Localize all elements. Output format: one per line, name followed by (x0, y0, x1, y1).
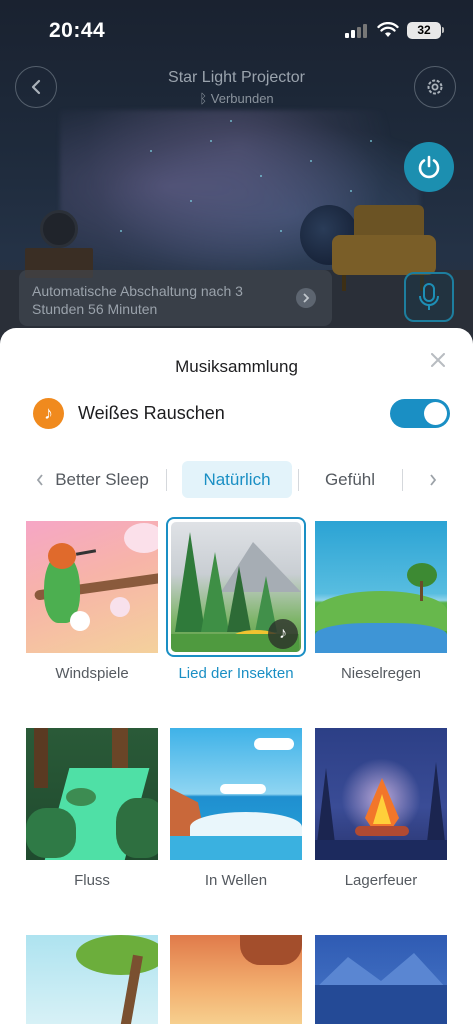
music-note-icon: ♪ (268, 619, 298, 649)
power-button[interactable] (404, 142, 454, 192)
power-icon (418, 155, 440, 179)
cellular-signal-icon (345, 24, 367, 38)
tab-natuerlich[interactable]: Natürlich (182, 461, 292, 498)
sound-thumbnail-selected: ♪ (166, 517, 306, 657)
sound-label: Lagerfeuer (344, 872, 418, 889)
sound-thumbnail (170, 728, 302, 860)
tab-better-sleep[interactable]: Better Sleep (48, 461, 156, 498)
gear-icon (427, 79, 443, 95)
clock: 20:44 (49, 19, 106, 42)
close-button[interactable] (428, 350, 448, 370)
settings-button[interactable] (414, 66, 456, 108)
wifi-icon (377, 22, 399, 37)
sound-item-partial-2[interactable] (170, 935, 302, 1024)
tab-gefuehl[interactable]: Gefühl (314, 461, 386, 498)
sound-thumbnail (315, 521, 447, 653)
sound-item-lagerfeuer[interactable]: Lagerfeuer (315, 728, 447, 889)
sound-thumbnail (315, 728, 447, 860)
sound-item-in-wellen[interactable]: In Wellen (170, 728, 302, 889)
auto-off-notice[interactable]: Automatische Abschaltung nach 3 Stunden … (19, 270, 332, 326)
category-tabs: Better Sleep Natürlich Gefühl (0, 461, 473, 499)
white-noise-toggle[interactable] (390, 399, 450, 428)
microphone-button[interactable] (404, 272, 454, 322)
close-icon (431, 353, 445, 367)
chevron-left-icon[interactable] (32, 471, 48, 489)
sound-thumbnail (26, 521, 158, 653)
sound-item-windspiele[interactable]: Windspiele (26, 521, 158, 682)
projector-illustration (40, 210, 78, 248)
bluetooth-icon: ᛒ (199, 91, 208, 106)
sheet-title: Musiksammlung (175, 357, 298, 376)
sound-thumbnail (170, 935, 302, 1024)
sound-item-nieselregen[interactable]: Nieselregen (315, 521, 447, 682)
chevron-right-icon[interactable] (296, 288, 316, 308)
battery-indicator: 32 (407, 22, 441, 39)
device-title: Star Light Projector (168, 69, 305, 86)
microphone-icon (419, 283, 439, 310)
sound-label: Nieselregen (340, 665, 422, 682)
sound-thumbnail (315, 935, 447, 1024)
sound-item-partial-1[interactable] (26, 935, 158, 1024)
sound-label: Lied der Insekten (178, 665, 294, 682)
connection-status: ᛒ Verbunden (199, 91, 274, 106)
sound-thumbnail (26, 935, 158, 1024)
sound-label: In Wellen (204, 872, 268, 889)
sound-item-partial-3[interactable] (315, 935, 447, 1024)
status-bar: 20:44 32 (0, 0, 473, 60)
chevron-right-icon[interactable] (425, 471, 441, 489)
white-noise-label: Weißes Rauschen (78, 403, 225, 423)
music-collection-sheet: Musiksammlung ♪ Weißes Rauschen Better S… (0, 328, 473, 1024)
music-note-icon: ♪ (33, 398, 64, 429)
sound-label: Windspiele (55, 665, 129, 682)
sound-thumbnail (26, 728, 158, 860)
sound-label: Fluss (74, 872, 110, 889)
sound-item-fluss[interactable]: Fluss (26, 728, 158, 889)
sound-item-lied-der-insekten[interactable]: ♪ Lied der Insekten (166, 517, 306, 682)
